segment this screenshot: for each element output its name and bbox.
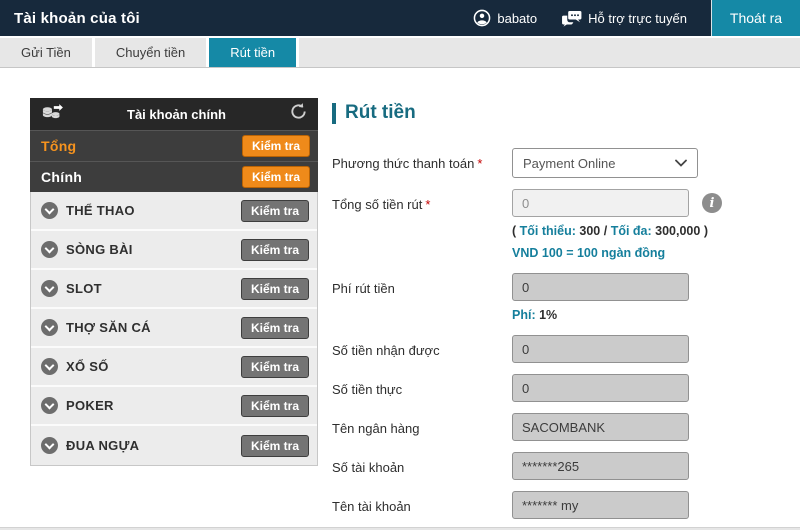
check-balance-button[interactable]: Kiểm tra: [241, 278, 309, 300]
sub-account-label: THỢ SĂN CÁ: [66, 320, 151, 335]
bank-name-row: Tên ngân hàng: [332, 413, 792, 441]
live-support-label: Hỗ trợ trực tuyến: [588, 11, 687, 26]
user-menu[interactable]: babato: [473, 9, 537, 27]
payment-method-label: Phương thức thanh toán*: [332, 148, 512, 178]
fee-label: Phí rút tiền: [332, 273, 512, 322]
required-asterisk: *: [425, 197, 430, 212]
sub-account-row-casino[interactable]: SÒNG BÀI Kiểm tra: [31, 231, 317, 270]
check-balance-button[interactable]: Kiểm tra: [242, 135, 310, 157]
topbar-right: babato Hỗ trợ trực tuyến Thoát ra: [473, 0, 800, 36]
max-value: 300,000: [655, 224, 700, 238]
chevron-down-icon[interactable]: [41, 437, 58, 454]
section-title-row: Rút tiền: [332, 102, 792, 124]
page-title: Tài khoản của tôi: [0, 10, 140, 27]
min-label: Tối thiểu:: [520, 224, 576, 238]
tab-withdraw[interactable]: Rút tiền: [209, 38, 296, 67]
section-title: Rút tiền: [345, 102, 416, 124]
max-label: Tối đa:: [611, 224, 652, 238]
account-name-label: Tên tài khoản: [332, 491, 512, 519]
chevron-down-icon: [675, 159, 687, 167]
sub-account-row-fishing[interactable]: THỢ SĂN CÁ Kiểm tra: [31, 309, 317, 348]
account-number-label: Số tài khoản: [332, 452, 512, 480]
account-row-total: Tổng Kiểm tra: [30, 130, 318, 161]
user-icon: [473, 9, 491, 27]
coins-icon: [40, 102, 64, 127]
tab-deposit[interactable]: Gửi Tiền: [0, 38, 92, 67]
tabbar: Gửi Tiền Chuyển tiền Rút tiền: [0, 36, 800, 68]
account-name-row: Tên tài khoản: [332, 491, 792, 519]
min-value: 300: [579, 224, 600, 238]
info-icon[interactable]: i: [702, 193, 722, 213]
chevron-down-icon[interactable]: [41, 319, 58, 336]
fee-note-label: Phí:: [512, 308, 536, 322]
payment-method-select[interactable]: Payment Online: [512, 148, 698, 178]
sub-account-label: SÒNG BÀI: [66, 242, 133, 257]
sub-account-label: SLOT: [66, 281, 102, 296]
exchange-rate-note: VND 100 = 100 ngàn đồng: [512, 246, 722, 260]
account-label: Tổng: [41, 138, 76, 154]
check-balance-button[interactable]: Kiểm tra: [241, 200, 309, 222]
tab-transfer[interactable]: Chuyển tiền: [95, 38, 206, 67]
received-amount-label: Số tiền nhận được: [332, 335, 512, 363]
sub-account-list: THỂ THAO Kiểm tra SÒNG BÀI Kiểm tra SLOT…: [30, 192, 318, 466]
payment-method-value: Payment Online: [523, 156, 616, 171]
check-balance-button[interactable]: Kiểm tra: [241, 317, 309, 339]
amount-row: Tổng số tiền rút* i ( Tối thiểu: 300 / T…: [332, 189, 792, 260]
chevron-down-icon[interactable]: [41, 241, 58, 258]
sub-account-label: ĐUA NGỰA: [66, 438, 139, 453]
actual-amount-input: [512, 374, 689, 402]
amount-limits-note: ( Tối thiểu: 300 / Tối đa: 300,000 ): [512, 224, 722, 238]
actual-amount-row: Số tiền thực: [332, 374, 792, 402]
account-label: Chính: [41, 169, 82, 185]
account-sidebar: Tài khoản chính Tổng Kiểm tra Chính Kiểm…: [30, 98, 318, 466]
bank-name-input: [512, 413, 689, 441]
account-row-main: Chính Kiểm tra: [30, 161, 318, 192]
username-label: babato: [497, 11, 537, 26]
check-balance-button[interactable]: Kiểm tra: [241, 239, 309, 261]
sidebar-title: Tài khoản chính: [64, 107, 289, 122]
withdraw-form: Phương thức thanh toán* Payment Online T…: [332, 148, 792, 519]
fee-rate-note: Phí: 1%: [512, 308, 689, 322]
received-amount-input: [512, 335, 689, 363]
topbar: Tài khoản của tôi babato Hỗ trợ trực tuy: [0, 0, 800, 36]
actual-amount-label: Số tiền thực: [332, 374, 512, 402]
amount-label: Tổng số tiền rút*: [332, 189, 512, 260]
check-balance-button[interactable]: Kiểm tra: [241, 356, 309, 378]
logout-button[interactable]: Thoát ra: [711, 0, 800, 36]
tabbar-filler: [299, 38, 800, 67]
check-balance-button[interactable]: Kiểm tra: [241, 435, 309, 457]
received-amount-row: Số tiền nhận được: [332, 335, 792, 363]
required-asterisk: *: [477, 156, 482, 171]
account-name-input: [512, 491, 689, 519]
sub-account-label: XỔ SỐ: [66, 359, 109, 374]
chat-icon: [561, 10, 582, 27]
refresh-icon[interactable]: [289, 102, 308, 126]
withdraw-panel: Rút tiền Phương thức thanh toán* Payment…: [332, 102, 792, 530]
fee-note-value: 1%: [539, 308, 557, 322]
check-balance-button[interactable]: Kiểm tra: [242, 166, 310, 188]
sub-account-row-slot[interactable]: SLOT Kiểm tra: [31, 270, 317, 309]
title-accent-bar: [332, 103, 336, 124]
sub-account-label: THỂ THAO: [66, 203, 135, 218]
account-number-input: [512, 452, 689, 480]
bank-name-label: Tên ngân hàng: [332, 413, 512, 441]
fee-input: [512, 273, 689, 301]
sub-account-label: POKER: [66, 398, 114, 413]
payment-method-row: Phương thức thanh toán* Payment Online: [332, 148, 792, 178]
sub-account-row-lottery[interactable]: XỔ SỐ Kiểm tra: [31, 348, 317, 387]
chevron-down-icon[interactable]: [41, 358, 58, 375]
chevron-down-icon[interactable]: [41, 202, 58, 219]
live-support-link[interactable]: Hỗ trợ trực tuyến: [561, 10, 687, 27]
chevron-down-icon[interactable]: [41, 397, 58, 414]
sidebar-header: Tài khoản chính: [30, 98, 318, 130]
chevron-down-icon[interactable]: [41, 280, 58, 297]
sub-account-row-horse-racing[interactable]: ĐUA NGỰA Kiểm tra: [31, 426, 317, 465]
sub-account-row-poker[interactable]: POKER Kiểm tra: [31, 387, 317, 426]
fee-row: Phí rút tiền Phí: 1%: [332, 273, 792, 322]
sub-account-row-sports[interactable]: THỂ THAO Kiểm tra: [31, 192, 317, 231]
account-number-row: Số tài khoản: [332, 452, 792, 480]
check-balance-button[interactable]: Kiểm tra: [241, 395, 309, 417]
amount-input[interactable]: [512, 189, 689, 217]
